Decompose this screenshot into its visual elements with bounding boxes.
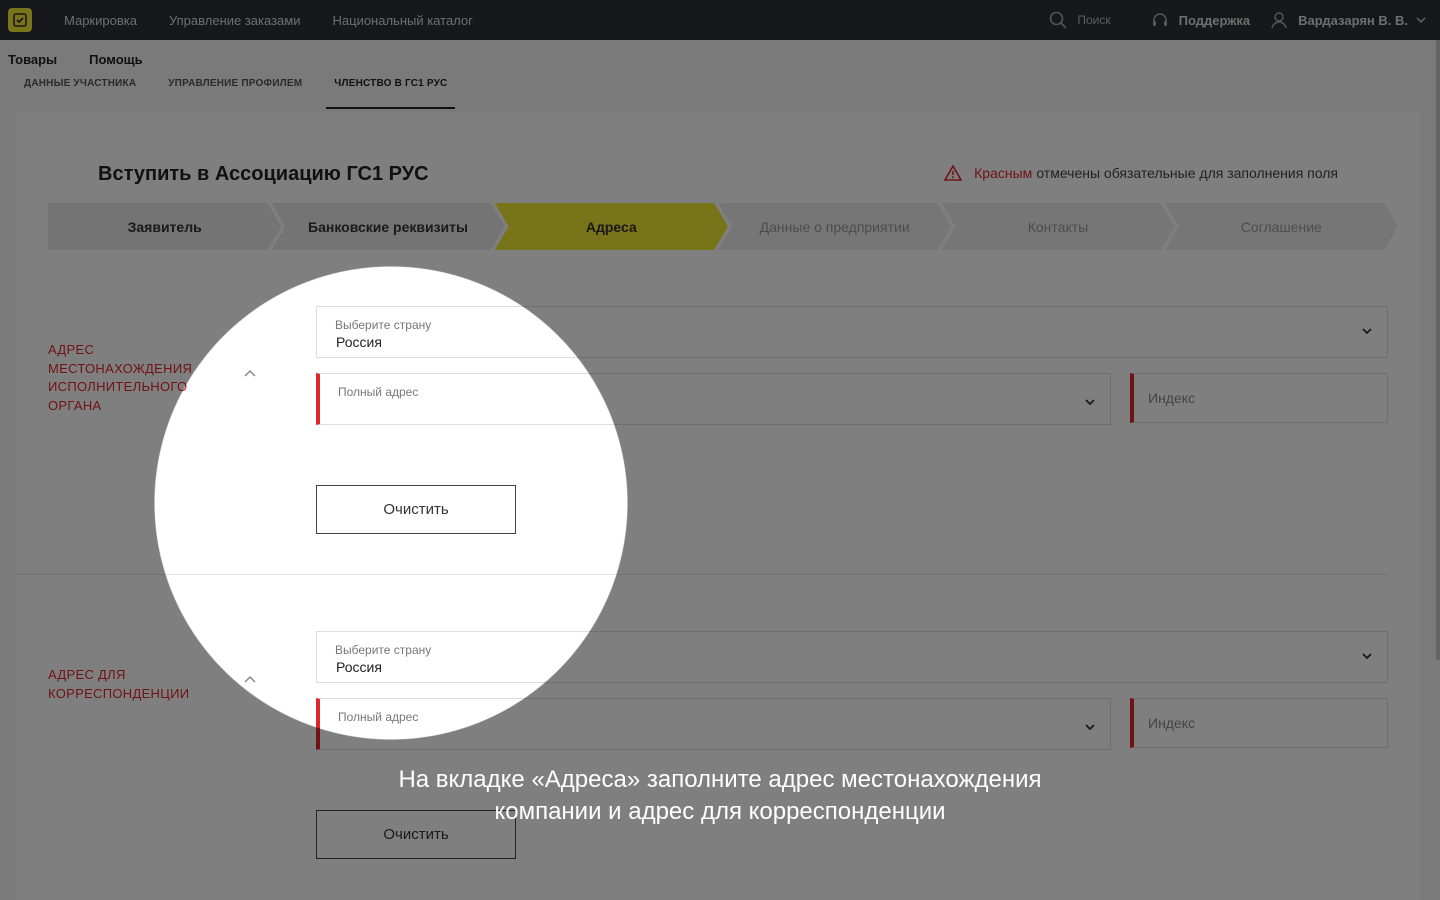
section-divider: [16, 574, 1388, 575]
chevron-down-icon: [1416, 17, 1426, 24]
subnav-item-goods[interactable]: Товары: [8, 52, 57, 67]
search-button[interactable]: Поиск: [1049, 11, 1111, 29]
step-agreement[interactable]: Соглашение: [1165, 203, 1398, 250]
nav-item-marking[interactable]: Маркировка: [64, 13, 137, 28]
profile-tabs: ДАННЫЕ УЧАСТНИКА УПРАВЛЕНИЕ ПРОФИЛЕМ ЧЛЕ…: [24, 78, 487, 109]
required-note-red: Красным: [974, 165, 1033, 181]
full-address-label: Полный адрес: [338, 710, 419, 724]
section-label-line: ОРГАНА: [48, 397, 102, 413]
chevron-down-icon: [1362, 653, 1372, 660]
full-address-label: Полный адрес: [338, 385, 419, 399]
step-bank-details[interactable]: Банковские реквизиты: [271, 203, 504, 250]
user-menu[interactable]: Вардазарян В. В.: [1270, 11, 1426, 29]
user-name: Вардазарян В. В.: [1298, 12, 1408, 28]
tab-gs1-membership[interactable]: ЧЛЕНСТВО В ГС1 РУС: [326, 78, 456, 109]
tab-participant-data[interactable]: ДАННЫЕ УЧАСТНИКА: [24, 78, 136, 109]
section-label-line: МЕСТОНАХОЖДЕНИЯ: [48, 360, 193, 376]
country-select[interactable]: Выберите страну Россия: [316, 306, 1388, 358]
app-logo-icon[interactable]: [8, 8, 32, 32]
tab-profile-management[interactable]: УПРАВЛЕНИЕ ПРОФИЛЕМ: [168, 78, 302, 109]
support-label: Поддержка: [1178, 12, 1251, 28]
scrollbar[interactable]: [1436, 40, 1440, 660]
nav-item-catalog[interactable]: Национальный каталог: [333, 13, 473, 28]
section-label-line: АДРЕС ДЛЯ: [48, 667, 126, 682]
subnav-item-help[interactable]: Помощь: [89, 52, 142, 67]
country-select-label: Выберите страну: [335, 318, 432, 332]
country-select-label: Выберите страну: [335, 643, 432, 657]
section-label-line: КОРРЕСПОНДЕНЦИИ: [48, 685, 190, 701]
warning-icon: [944, 165, 963, 181]
country-select-value: Россия: [336, 659, 382, 675]
required-note-text: отмечены обязательные для заполнения пол…: [1036, 165, 1338, 181]
support-button[interactable]: Поддержка: [1151, 11, 1251, 29]
full-address-field[interactable]: Полный адрес: [316, 373, 1111, 425]
caption-line: компании и адрес для корреспонденции: [494, 798, 946, 825]
search-label: Поиск: [1077, 13, 1111, 27]
chevron-down-icon: [1362, 328, 1372, 335]
required-note: Красным отмечены обязательные для заполн…: [944, 165, 1338, 181]
collapse-chevron-icon[interactable]: [244, 672, 256, 686]
chevron-down-icon: [1085, 724, 1095, 731]
step-company-data[interactable]: Данные о предприятии: [718, 203, 951, 250]
country-select[interactable]: Выберите страну Россия: [316, 631, 1388, 683]
index-placeholder: Индекс: [1148, 390, 1196, 406]
section-label-correspondence-address: АДРЕС ДЛЯ КОРРЕСПОНДЕНЦИИ: [48, 666, 189, 703]
section-label-line: АДРЕС: [48, 342, 95, 357]
full-address-field[interactable]: Полный адрес: [316, 698, 1111, 750]
tutorial-caption: На вкладке «Адреса» заполните адрес мест…: [0, 764, 1440, 828]
stepper: Заявитель Банковские реквизиты Адреса Да…: [48, 203, 1388, 250]
sub-nav: Товары Помощь: [8, 52, 175, 67]
clear-button[interactable]: Очистить: [316, 485, 516, 534]
index-field[interactable]: Индекс: [1130, 698, 1388, 748]
index-placeholder: Индекс: [1148, 715, 1196, 731]
search-icon: [1050, 11, 1067, 29]
step-addresses[interactable]: Адреса: [495, 203, 728, 250]
index-field[interactable]: Индекс: [1130, 373, 1388, 423]
section-label-line: ИСПОЛНИТЕЛЬНОГО: [48, 379, 188, 394]
top-nav: Маркировка Управление заказами Националь…: [64, 13, 505, 28]
step-contacts[interactable]: Контакты: [941, 203, 1174, 250]
section-label-exec-address: АДРЕС МЕСТОНАХОЖДЕНИЯ ИСПОЛНИТЕЛЬНОГО ОР…: [48, 341, 192, 415]
top-bar: Маркировка Управление заказами Националь…: [0, 0, 1440, 40]
user-icon: [1271, 12, 1287, 29]
page-title: Вступить в Ассоциацию ГС1 РУС: [98, 163, 429, 185]
headset-icon: [1152, 13, 1167, 26]
nav-item-orders[interactable]: Управление заказами: [169, 13, 301, 28]
step-applicant[interactable]: Заявитель: [48, 203, 281, 250]
collapse-chevron-icon[interactable]: [244, 366, 256, 380]
chevron-down-icon: [1085, 399, 1095, 406]
country-select-value: Россия: [336, 334, 382, 350]
caption-line: На вкладке «Адреса» заполните адрес мест…: [398, 766, 1042, 793]
